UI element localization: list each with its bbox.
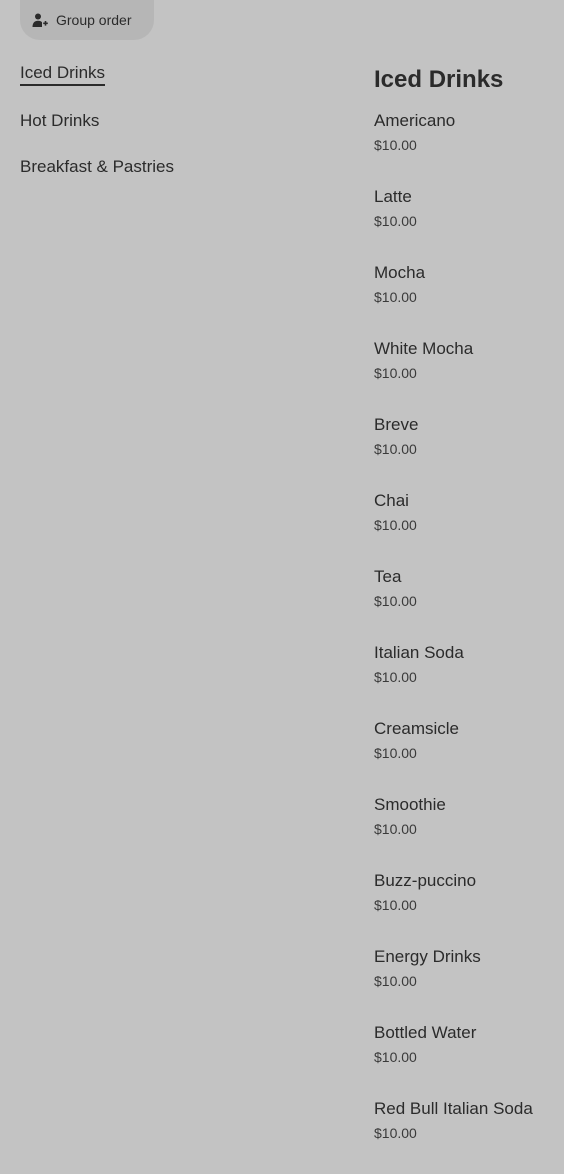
menu-item[interactable]: Italian Soda $10.00 [374,642,564,718]
menu-item[interactable]: Energy Drinks $10.00 [374,946,564,1022]
menu-item[interactable]: Buzz-puccino $10.00 [374,870,564,946]
menu-item[interactable]: Mocha $10.00 [374,262,564,338]
section-title: Iced Drinks [374,66,504,93]
menu-item-price: $10.00 [374,137,417,153]
menu-item-name: Bottled Water [374,1023,477,1042]
menu-item-name: Mocha [374,263,426,282]
menu-item[interactable]: Americano $10.00 [374,110,564,186]
category-hot-drinks[interactable]: Hot Drinks [20,110,99,132]
category-nav: Iced Drinks Hot Drinks Breakfast & Pastr… [20,62,174,202]
category-breakfast-pastries[interactable]: Breakfast & Pastries [20,156,174,178]
menu-item-name: Breve [374,415,419,434]
menu-item-list: Americano $10.00 Latte $10.00 Mocha $10.… [374,110,564,1174]
person-plus-icon [32,12,48,28]
menu-item[interactable]: Creamsicle $10.00 [374,718,564,794]
menu-item-name: Red Bull Italian Soda [374,1099,533,1118]
menu-item-price: $10.00 [374,745,417,761]
menu-item-name: Tea [374,567,402,586]
menu-item-name: Energy Drinks [374,947,481,966]
menu-item-price: $10.00 [374,973,417,989]
menu-item-price: $10.00 [374,897,417,913]
menu-item[interactable]: Tea $10.00 [374,566,564,642]
menu-item-price: $10.00 [374,1049,417,1065]
menu-item-price: $10.00 [374,289,417,305]
menu-item[interactable]: Smoothie $10.00 [374,794,564,870]
menu-item[interactable]: Latte $10.00 [374,186,564,262]
menu-item-price: $10.00 [374,517,417,533]
menu-item-name: Italian Soda [374,643,464,662]
menu-item[interactable]: Bottled Water $10.00 [374,1022,564,1098]
menu-item-price: $10.00 [374,213,417,229]
menu-item-price: $10.00 [374,365,417,381]
group-order-button[interactable]: Group order [20,0,154,40]
group-order-label: Group order [56,12,132,28]
menu-item-price: $10.00 [374,1125,417,1141]
category-iced-drinks[interactable]: Iced Drinks [20,62,106,86]
menu-item-name: Smoothie [374,795,446,814]
menu-item-name: Creamsicle [374,719,460,738]
menu-item[interactable]: Breve $10.00 [374,414,564,490]
menu-item-name: White Mocha [374,339,474,358]
menu-item-price: $10.00 [374,441,417,457]
menu-item[interactable]: White Mocha $10.00 [374,338,564,414]
menu-item-name: Americano [374,111,456,130]
menu-item-name: Chai [374,491,409,510]
menu-item-price: $10.00 [374,593,417,609]
menu-item-price: $10.00 [374,821,417,837]
menu-item-price: $10.00 [374,669,417,685]
menu-item-name: Buzz-puccino [374,871,477,890]
menu-item-name: Latte [374,187,412,206]
menu-item[interactable]: Red Bull Italian Soda $10.00 [374,1098,564,1174]
menu-item[interactable]: Chai $10.00 [374,490,564,566]
